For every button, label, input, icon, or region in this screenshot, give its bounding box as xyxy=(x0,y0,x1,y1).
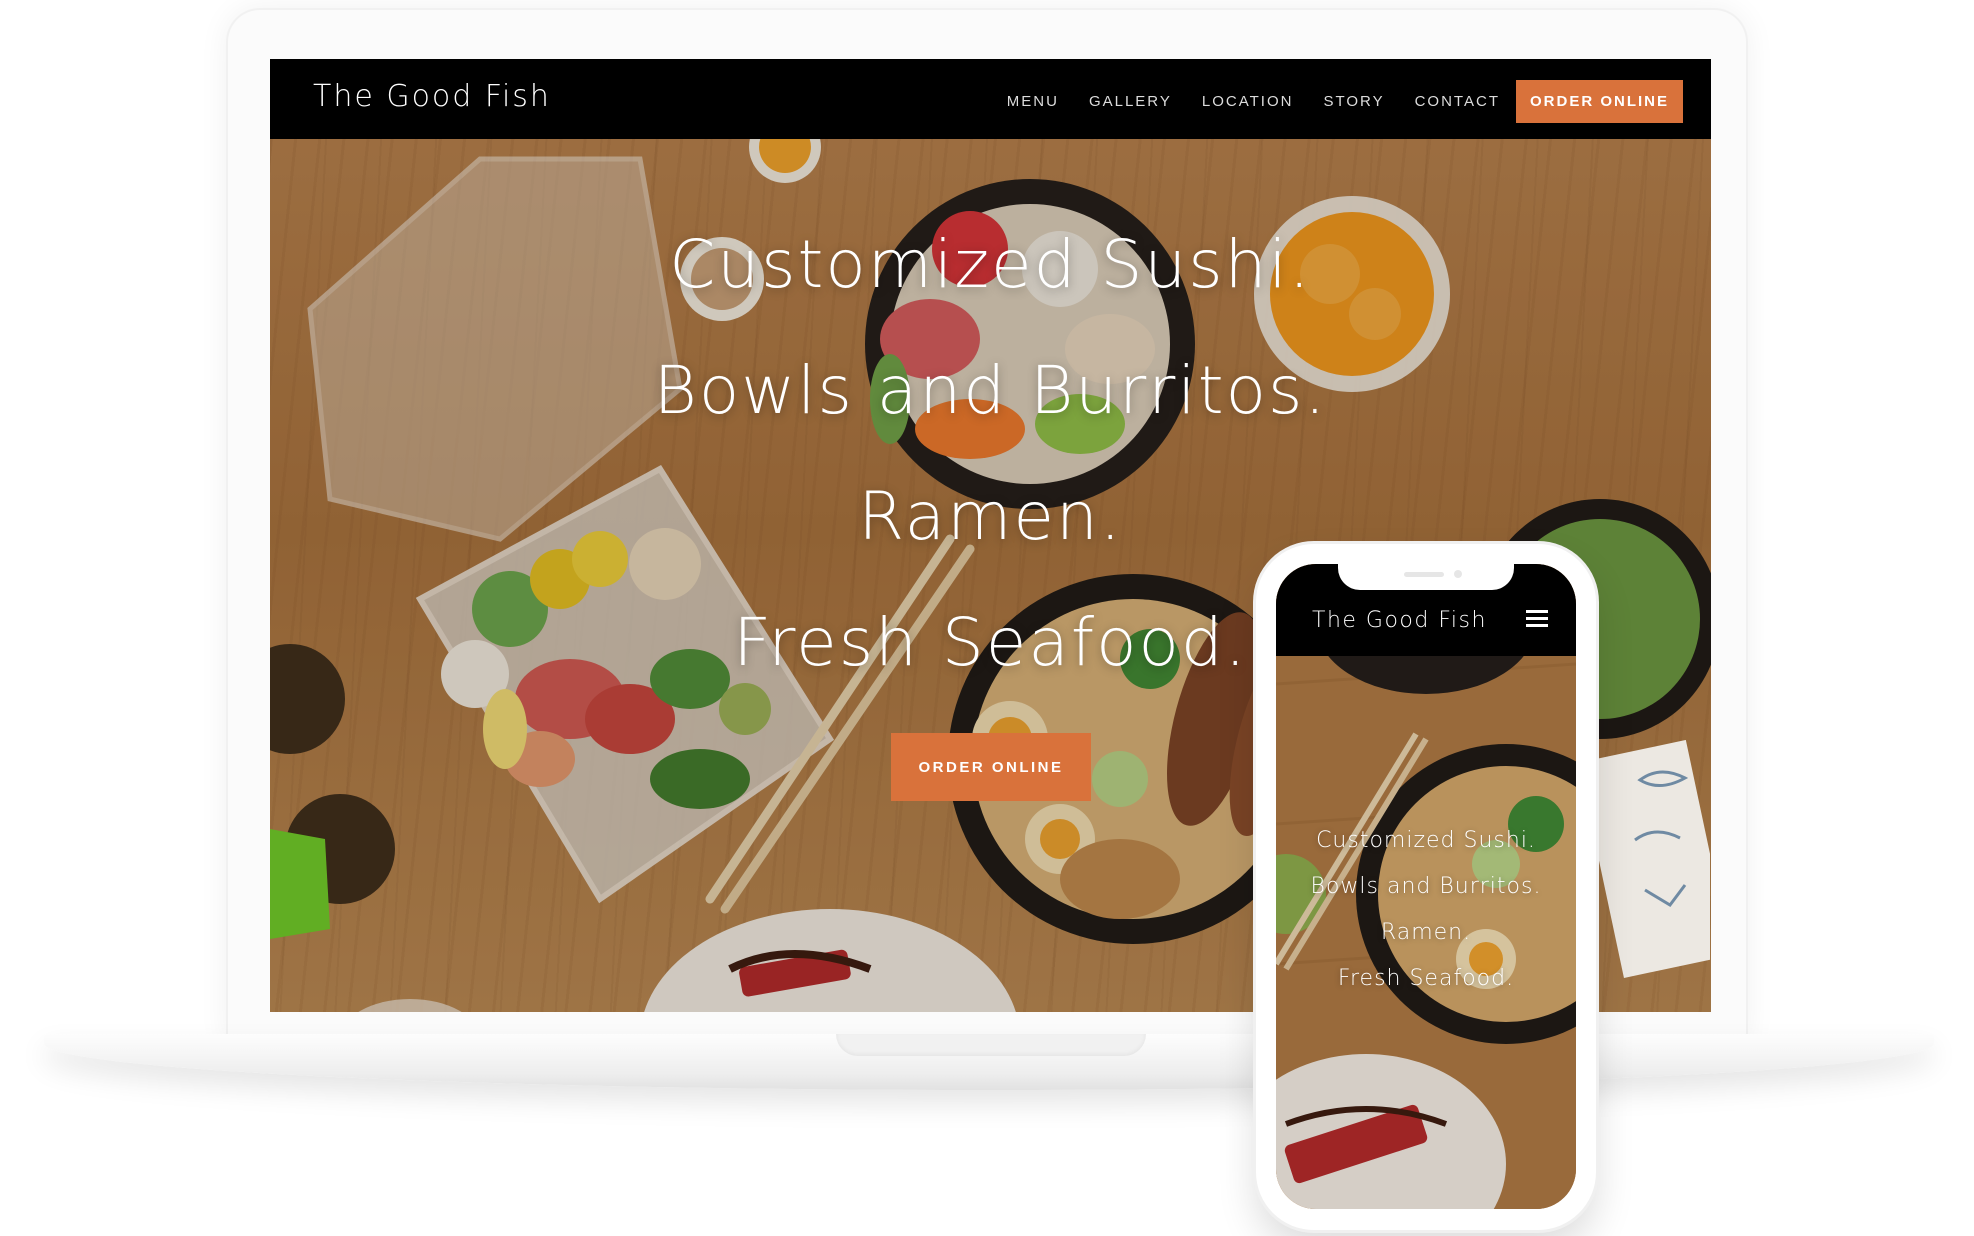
site-header: The Good Fish MENU GALLERY LOCATION STOR… xyxy=(270,59,1711,139)
business-cards xyxy=(1590,740,1710,978)
mobile-hero-line-sushi: Customized Sushi. xyxy=(1316,828,1536,853)
brand-logo[interactable]: The Good Fish xyxy=(313,79,551,114)
mobile-brand-logo[interactable]: The Good Fish xyxy=(1312,608,1487,633)
nav-location[interactable]: LOCATION xyxy=(1202,93,1294,110)
mobile-website: The Good Fish Customized Sushi. Bowls an… xyxy=(1276,564,1576,1209)
hamburger-icon[interactable] xyxy=(1526,610,1548,628)
mobile-hero-line-seafood: Fresh Seafood. xyxy=(1337,966,1515,991)
hero-line-bowls: Bowls and Burritos. xyxy=(653,352,1328,429)
main-nav: MENU GALLERY LOCATION STORY CONTACT ORDE… xyxy=(977,80,1683,123)
phone-camera xyxy=(1454,570,1462,578)
phone-frame: The Good Fish Customized Sushi. Bowls an… xyxy=(1256,544,1596,1230)
nav-order-online-button[interactable]: ORDER ONLINE xyxy=(1515,80,1683,123)
nav-gallery[interactable]: GALLERY xyxy=(1089,93,1172,110)
hero-order-online-button[interactable]: ORDER ONLINE xyxy=(891,733,1091,801)
nav-contact[interactable]: CONTACT xyxy=(1415,93,1500,110)
laptop-trackpad-notch xyxy=(836,1034,1146,1056)
mobile-hero-line-ramen: Ramen. xyxy=(1380,920,1472,945)
hero-line-sushi: Customized Sushi. xyxy=(669,226,1312,303)
phone-speaker xyxy=(1404,572,1444,577)
device-mockup-stage: The Good Fish MENU GALLERY LOCATION STOR… xyxy=(0,0,1974,1236)
nav-story[interactable]: STORY xyxy=(1323,93,1384,110)
phone-notch xyxy=(1338,564,1514,590)
mobile-hero-line-bowls: Bowls and Burritos. xyxy=(1310,874,1542,899)
nav-menu[interactable]: MENU xyxy=(1007,93,1059,110)
